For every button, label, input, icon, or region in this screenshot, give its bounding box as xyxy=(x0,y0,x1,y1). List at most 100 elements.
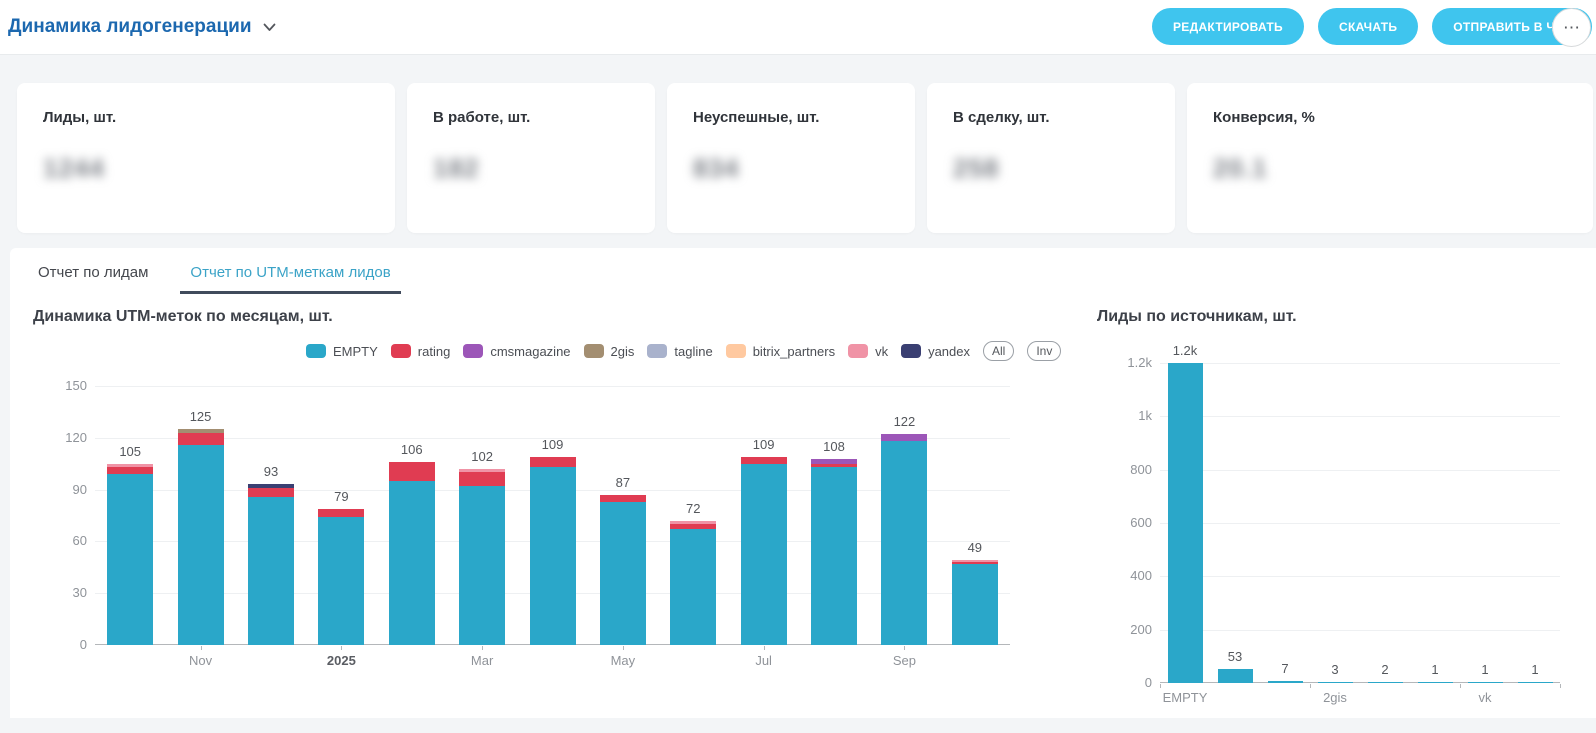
gridline xyxy=(1160,576,1560,577)
utm-chart-title: Динамика UTM-меток по месяцам, шт. xyxy=(33,308,333,326)
legend-label: rating xyxy=(418,344,451,359)
bar[interactable] xyxy=(1418,682,1453,683)
bar-segment-rating[interactable] xyxy=(389,462,435,481)
bar-segment-rating[interactable] xyxy=(459,472,505,486)
x-axis-label: 2gis xyxy=(1287,690,1383,705)
bar-segment-rating[interactable] xyxy=(952,562,998,564)
kpi-card-in-progress: В работе, шт. 182 xyxy=(407,83,655,233)
bar[interactable] xyxy=(1218,669,1253,683)
bar-segment-2gis[interactable] xyxy=(178,429,224,432)
bar-segment-rating[interactable] xyxy=(248,488,294,497)
bar-segment-rating[interactable] xyxy=(178,433,224,445)
legend-swatch xyxy=(848,344,868,358)
legend-item-EMPTY[interactable]: EMPTY xyxy=(306,344,378,359)
legend-item-vk[interactable]: vk xyxy=(848,344,888,359)
legend-all-button[interactable]: All xyxy=(983,341,1014,361)
bar[interactable] xyxy=(1518,682,1553,683)
gridline xyxy=(1160,470,1560,471)
legend-item-tagline[interactable]: tagline xyxy=(647,344,712,359)
legend-inv-button[interactable]: Inv xyxy=(1027,341,1061,361)
legend-swatch xyxy=(584,344,604,358)
bar-segment-cmsmagazine[interactable] xyxy=(881,434,927,441)
axis-tick-mark xyxy=(201,646,202,650)
more-button[interactable]: ⋯ xyxy=(1552,8,1591,47)
y-axis-label: 1k xyxy=(1100,408,1152,423)
y-axis-label: 400 xyxy=(1100,568,1152,583)
chevron-down-icon xyxy=(263,23,276,32)
bar-segment-vk[interactable] xyxy=(670,521,716,524)
bar-segment-EMPTY[interactable] xyxy=(881,441,927,645)
bar[interactable] xyxy=(1318,682,1353,683)
bar-segment-EMPTY[interactable] xyxy=(318,517,364,645)
bar-segment-vk[interactable] xyxy=(952,560,998,562)
bar-segment-cmsmagazine[interactable] xyxy=(811,459,857,464)
bar-segment-rating[interactable] xyxy=(107,467,153,474)
bar-segment-EMPTY[interactable] xyxy=(248,497,294,645)
kpi-label: Лиды, шт. xyxy=(43,109,395,126)
bar-segment-rating[interactable] xyxy=(600,495,646,502)
bar-segment-EMPTY[interactable] xyxy=(741,464,787,645)
bar[interactable] xyxy=(1368,682,1403,683)
bar-segment-EMPTY[interactable] xyxy=(107,474,153,645)
legend-label: yandex xyxy=(928,344,970,359)
bar-segment-rating[interactable] xyxy=(530,457,576,467)
x-axis-label: May xyxy=(575,653,671,668)
sources-chart-title: Лиды по источникам, шт. xyxy=(1097,308,1297,326)
legend-item-rating[interactable]: rating xyxy=(391,344,451,359)
kpi-label: Неуспешные, шт. xyxy=(693,109,915,126)
axis-tick-mark xyxy=(764,646,765,650)
legend-item-yandex[interactable]: yandex xyxy=(901,344,970,359)
y-axis-label: 0 xyxy=(1100,675,1152,690)
bar-value-label: 109 xyxy=(734,437,794,452)
bar-segment-rating[interactable] xyxy=(811,464,857,467)
bar-segment-EMPTY[interactable] xyxy=(952,564,998,645)
kpi-value-blurred: 258 xyxy=(953,153,999,184)
y-axis-label: 200 xyxy=(1100,622,1152,637)
bar-segment-EMPTY[interactable] xyxy=(600,502,646,645)
bar-segment-EMPTY[interactable] xyxy=(459,486,505,645)
bar-value-label: 1.2k xyxy=(1155,343,1215,358)
bar-value-label: 72 xyxy=(663,501,723,516)
bar-value-label: 49 xyxy=(945,540,1005,555)
download-button[interactable]: СКАЧАТЬ xyxy=(1318,8,1418,45)
bar-segment-yandex[interactable] xyxy=(248,484,294,487)
bar-segment-rating[interactable] xyxy=(318,509,364,518)
edit-button[interactable]: РЕДАКТИРОВАТЬ xyxy=(1152,8,1304,45)
bar-segment-EMPTY[interactable] xyxy=(670,529,716,645)
report-title-dropdown[interactable]: Динамика лидогенерации xyxy=(8,0,276,54)
legend-label: 2gis xyxy=(611,344,635,359)
bar-value-label: 125 xyxy=(171,409,231,424)
bar[interactable] xyxy=(1268,681,1303,683)
bar[interactable] xyxy=(1468,682,1503,683)
kpi-card-conversion: Конверсия, % 20.1 xyxy=(1187,83,1593,233)
tab-utm-report[interactable]: Отчет по UTM-меткам лидов xyxy=(188,264,392,281)
legend-label: vk xyxy=(875,344,888,359)
kpi-label: Конверсия, % xyxy=(1213,109,1593,126)
dashboard-header: Динамика лидогенерации РЕДАКТИРОВАТЬ СКА… xyxy=(0,0,1596,55)
legend-item-cmsmagazine[interactable]: cmsmagazine xyxy=(463,344,570,359)
legend-item-bitrix_partners[interactable]: bitrix_partners xyxy=(726,344,835,359)
bar-segment-vk[interactable] xyxy=(107,464,153,467)
bar-segment-vk[interactable] xyxy=(459,469,505,472)
axis-tick-mark xyxy=(904,646,905,650)
bar-value-label: 102 xyxy=(452,449,512,464)
axis-tick-mark xyxy=(623,646,624,650)
y-axis-label: 30 xyxy=(31,585,87,600)
bar-segment-rating[interactable] xyxy=(670,524,716,529)
bar-segment-EMPTY[interactable] xyxy=(811,467,857,645)
x-axis-label: 2025 xyxy=(293,653,389,668)
bar-segment-EMPTY[interactable] xyxy=(178,445,224,645)
y-axis-label: 90 xyxy=(31,482,87,497)
kpi-card-to-deal: В сделку, шт. 258 xyxy=(927,83,1175,233)
gridline xyxy=(1160,630,1560,631)
tab-leads-report[interactable]: Отчет по лидам xyxy=(36,264,150,281)
bar[interactable] xyxy=(1168,363,1203,683)
legend-item-2gis[interactable]: 2gis xyxy=(584,344,635,359)
legend-swatch xyxy=(726,344,746,358)
y-axis-label: 1.2k xyxy=(1100,355,1152,370)
bar-segment-EMPTY[interactable] xyxy=(530,467,576,645)
bar-segment-EMPTY[interactable] xyxy=(389,481,435,645)
gridline xyxy=(1160,416,1560,417)
legend-swatch xyxy=(306,344,326,358)
bar-segment-rating[interactable] xyxy=(741,457,787,464)
